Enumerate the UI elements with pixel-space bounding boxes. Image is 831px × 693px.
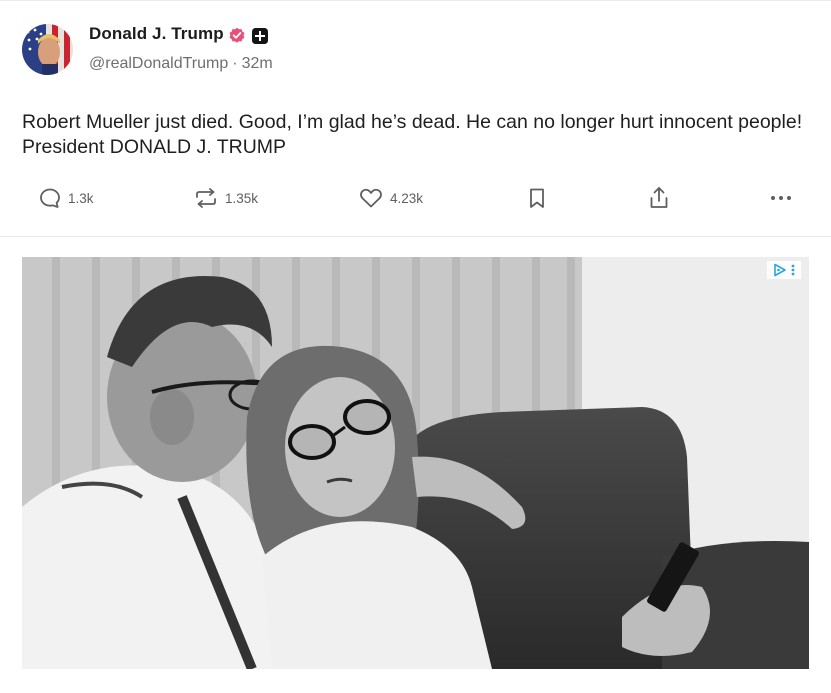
advertisement-image[interactable] [22,257,809,669]
separator: · [232,55,238,72]
like-button[interactable]: 4.23k [358,184,423,212]
more-options-button[interactable] [768,184,794,212]
author-name[interactable]: Donald J. Trump [89,24,224,44]
post-text: Robert Mueller just died. Good, I’m glad… [22,111,803,158]
avatar[interactable] [22,24,73,75]
share-icon [650,187,668,208]
reply-icon [40,188,60,208]
ad-photo [22,257,809,669]
avatar-image [22,24,73,75]
reply-button[interactable]: 1.3k [38,184,94,212]
ad-menu-icon[interactable] [791,263,795,277]
action-bar: 1.3k 1.35k 4.23k [0,184,831,212]
heart-icon [360,188,382,208]
author-handle[interactable]: @realDonaldTrump [89,55,228,72]
bookmark-icon [530,188,544,208]
post-time[interactable]: 32m [242,55,273,72]
bookmark-button[interactable] [526,184,548,212]
reply-count: 1.3k [68,190,94,206]
handle-and-time: @realDonaldTrump · 32m [89,55,273,73]
like-count: 4.23k [390,190,424,206]
verified-badge-icon [229,27,245,43]
share-button[interactable] [647,184,671,212]
ad-choices-badge[interactable] [767,261,801,279]
ad-choices-icon[interactable] [773,263,787,277]
plus-badge-icon [252,28,268,44]
post-divider [0,236,831,237]
post-card: Donald J. Trump @realDonaldTrump · 32m Rob… [0,0,831,236]
repost-count: 1.35k [225,190,259,206]
more-icon [771,196,791,200]
repost-button[interactable]: 1.35k [193,184,258,212]
repost-icon [196,188,216,208]
